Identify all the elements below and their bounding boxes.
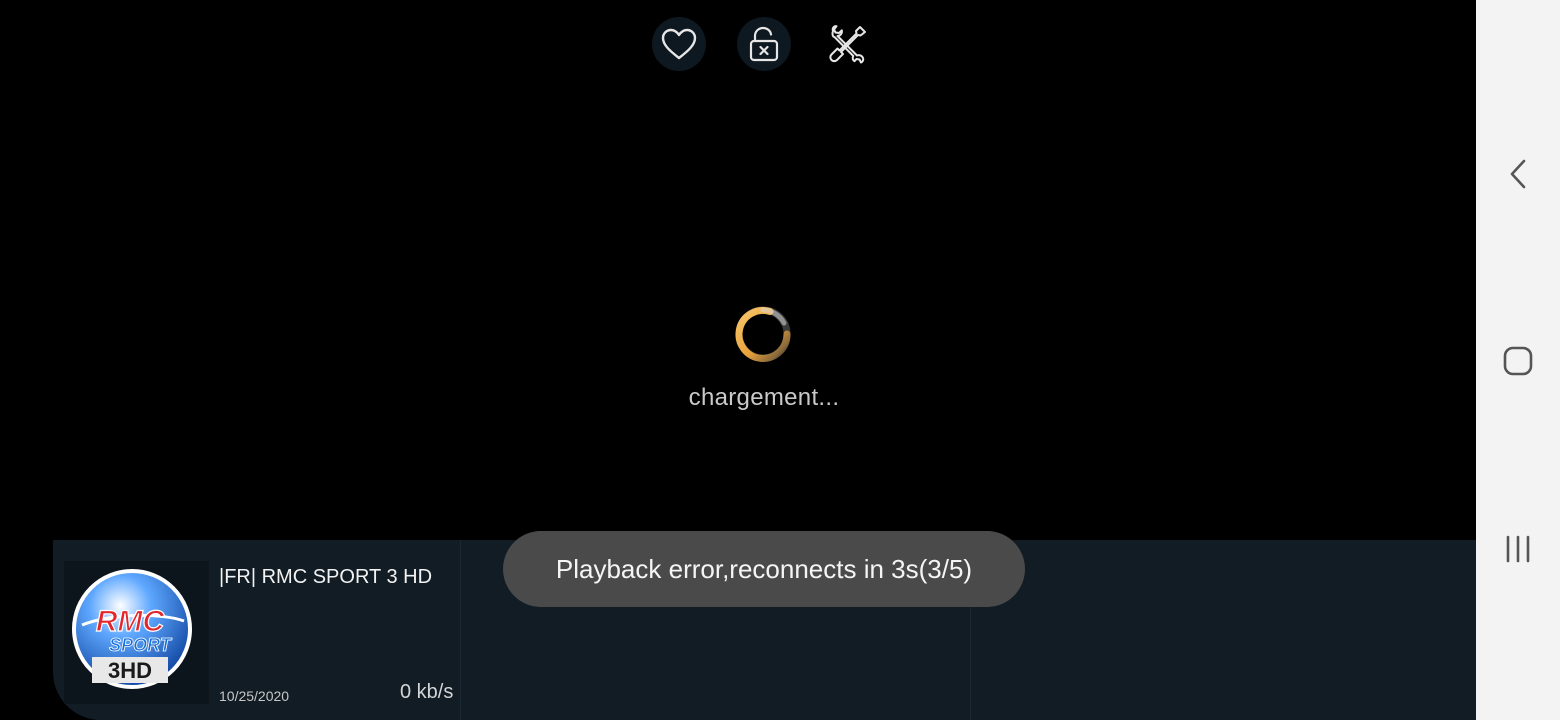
loading-spinner [732,303,794,365]
back-icon [1510,159,1526,189]
panel-divider [460,540,461,720]
settings-tools-button[interactable] [821,17,875,71]
video-player[interactable]: chargement... RMC SPORT 3HD |FR| RMC SPO… [0,0,1476,720]
channel-name: |FR| RMC SPORT 3 HD [219,566,433,588]
channel-date: 10/25/2020 [219,688,290,704]
recents-icon [1506,535,1530,563]
logo-line2: SPORT [109,635,173,655]
screen: chargement... RMC SPORT 3HD |FR| RMC SPO… [0,0,1560,720]
tools-icon [829,25,866,64]
loading-text: chargement... [688,384,840,411]
lock-button[interactable] [737,17,791,71]
favorite-button[interactable] [652,17,706,71]
logo-badge: 3HD [107,658,151,683]
playback-error-toast: Playback error,reconnects in 3s(3/5) [503,531,1025,607]
home-icon [1503,346,1533,376]
unlock-icon [749,26,779,62]
system-nav-bar [1476,0,1560,720]
rmc-sport-logo: RMC SPORT 3HD [71,568,192,689]
heart-icon [661,28,697,60]
bitrate-readout: 0 kb/s [400,681,454,703]
back-button[interactable] [1494,150,1542,198]
recents-button[interactable] [1494,525,1542,573]
home-button[interactable] [1494,337,1542,385]
channel-logo: RMC SPORT 3HD [64,561,209,704]
logo-line1: RMC [95,605,165,638]
